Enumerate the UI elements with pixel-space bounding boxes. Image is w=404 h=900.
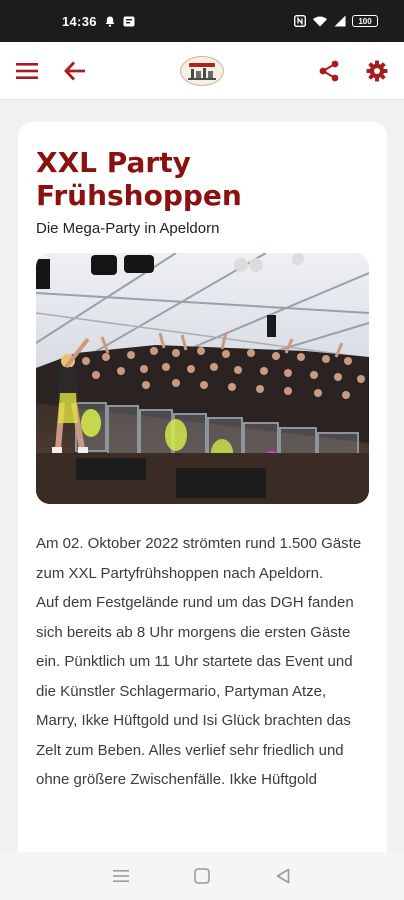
article-subtitle: Die Mega-Party in Apeldorn <box>36 220 220 237</box>
share-button[interactable] <box>316 58 342 84</box>
app-bar <box>0 42 404 100</box>
notification-app-icon <box>123 16 135 26</box>
arrow-left-icon <box>64 61 85 80</box>
gear-icon <box>366 60 388 81</box>
nfc-icon <box>294 15 306 27</box>
recents-button[interactable] <box>106 861 136 891</box>
system-nav-bar <box>0 852 404 900</box>
notification-bell-icon <box>105 16 115 27</box>
article-body: Am 02. Oktober 2022 strömten rund 1.500 … <box>36 529 369 795</box>
wifi-icon <box>313 16 327 27</box>
status-right: 100 <box>294 15 378 27</box>
article-title: XXL Party Frühshoppen <box>36 146 242 212</box>
status-bar: 14:36 100 <box>0 0 404 42</box>
app-bar-left <box>14 58 88 84</box>
article-scroll-area[interactable]: XXL Party Frühshoppen Die Mega-Party in … <box>0 100 404 852</box>
triangle-back-icon <box>277 868 290 884</box>
article-card: XXL Party Frühshoppen Die Mega-Party in … <box>18 122 387 852</box>
party-tent-crowd-image <box>36 253 369 504</box>
status-left: 14:36 <box>62 14 135 29</box>
share-icon <box>319 60 339 81</box>
battery-indicator: 100 <box>352 15 378 27</box>
home-icon <box>194 868 210 884</box>
recents-icon <box>112 870 129 882</box>
app-bar-right <box>316 58 390 84</box>
logo-emblem-icon <box>188 63 216 80</box>
status-time: 14:36 <box>62 13 97 29</box>
nav-back-button[interactable] <box>268 861 298 891</box>
article-paragraph: Auf dem Festgelände rund um das DGH fand… <box>36 594 354 788</box>
article-image <box>36 253 369 504</box>
menu-button[interactable] <box>14 58 40 84</box>
menu-icon <box>16 62 38 79</box>
home-button[interactable] <box>187 861 217 891</box>
settings-button[interactable] <box>364 58 390 84</box>
signal-icon <box>334 15 346 27</box>
festival-logo[interactable] <box>180 56 224 86</box>
article-paragraph: Am 02. Oktober 2022 strömten rund 1.500 … <box>36 535 362 582</box>
back-button[interactable] <box>62 58 88 84</box>
